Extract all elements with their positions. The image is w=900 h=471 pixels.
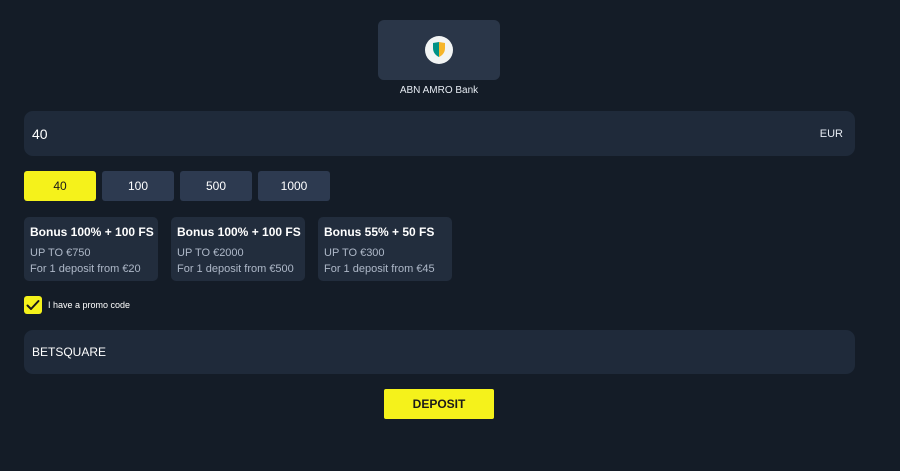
bank-option-card[interactable] [378,20,500,80]
amount-value[interactable]: 40 [32,126,820,142]
bonus-max: UP TO €300 [324,247,385,259]
deposit-button[interactable]: DEPOSIT [384,389,494,419]
bank-name-label: ABN AMRO Bank [399,85,479,96]
bonus-card[interactable]: Bonus 55% + 50 FS UP TO €300 For 1 depos… [318,217,452,281]
bonus-condition: For 1 deposit from €20 [30,263,141,275]
bonus-condition: For 1 deposit from €45 [324,263,435,275]
bonus-title: Bonus 100% + 100 FS [30,225,154,239]
abn-amro-shield-icon [425,36,453,64]
promo-code-toggle: I have a promo code [24,296,130,314]
bonus-card[interactable]: Bonus 100% + 100 FS UP TO €2000 For 1 de… [171,217,305,281]
bonus-max: UP TO €2000 [177,247,244,259]
bonus-max: UP TO €750 [30,247,91,259]
checkmark-icon [26,300,40,310]
amount-preset-40[interactable]: 40 [24,171,96,201]
bonus-title: Bonus 55% + 50 FS [324,225,435,239]
amount-preset-500[interactable]: 500 [180,171,252,201]
promo-code-label[interactable]: I have a promo code [48,300,130,310]
bonus-card[interactable]: Bonus 100% + 100 FS UP TO €750 For 1 dep… [24,217,158,281]
promo-code-input[interactable]: BETSQUARE [24,330,855,374]
bonus-title: Bonus 100% + 100 FS [177,225,301,239]
amount-input[interactable]: 40 EUR [24,111,855,156]
promo-code-checkbox[interactable] [24,296,42,314]
amount-preset-100[interactable]: 100 [102,171,174,201]
amount-preset-1000[interactable]: 1000 [258,171,330,201]
currency-label: EUR [819,127,843,140]
bonus-condition: For 1 deposit from €500 [177,263,294,275]
deposit-form: ABN AMRO Bank 40 EUR 40 100 500 1000 Bon… [0,0,900,471]
